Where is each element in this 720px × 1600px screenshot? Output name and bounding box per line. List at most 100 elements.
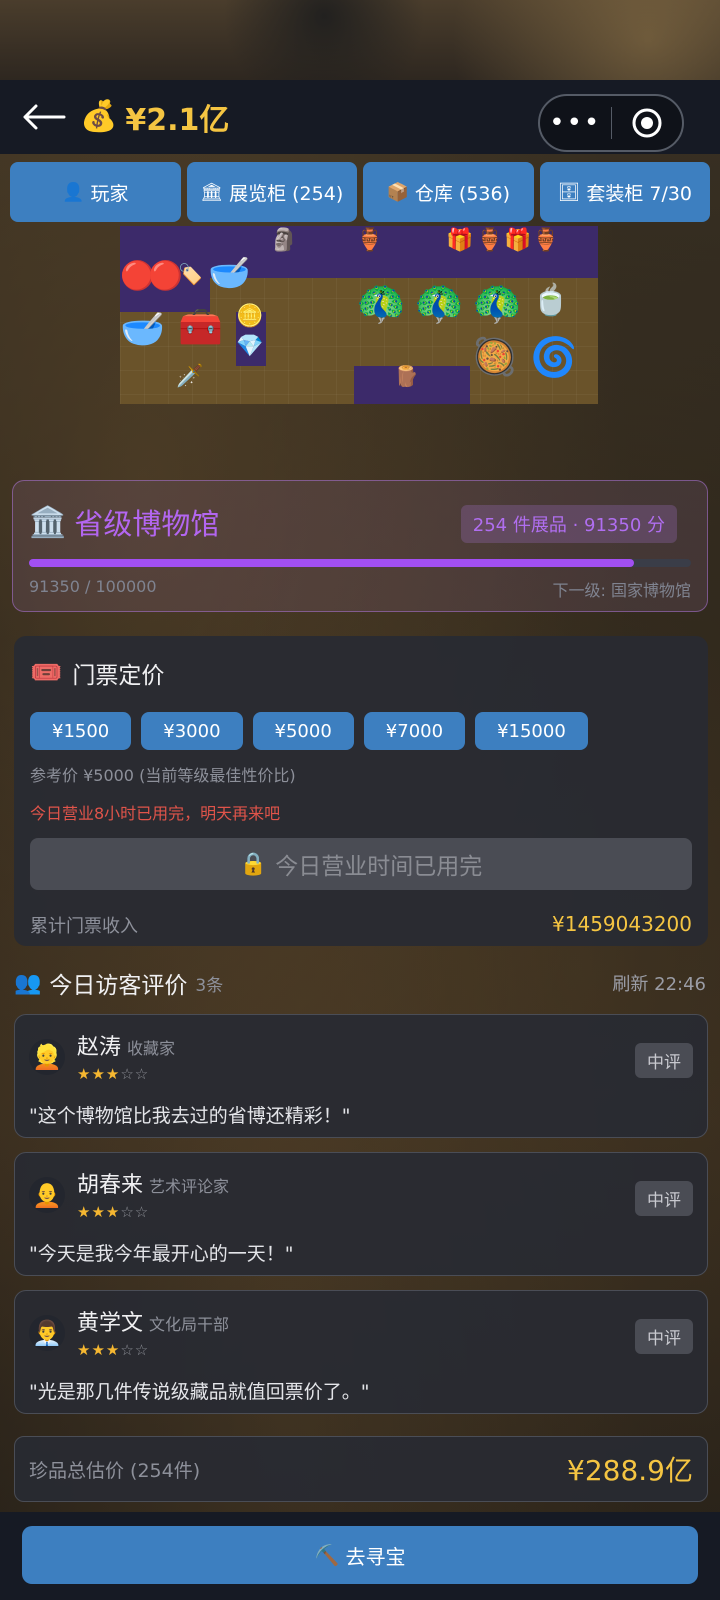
- more-icon[interactable]: •••: [540, 110, 611, 136]
- back-arrow-icon[interactable]: [20, 102, 66, 132]
- reviews-header: 👥 今日访客评价 3条 刷新 22:46: [14, 966, 706, 1000]
- review-quote: "今天是我今年最开心的一天！": [29, 1243, 294, 1265]
- visitor-name: 黄学文: [77, 1311, 144, 1336]
- stars-filled: ★★★: [77, 1065, 121, 1083]
- reviews-title: 今日访客评价: [49, 973, 188, 999]
- review-card: 🧑‍🦲 胡春来 艺术评论家 ★★★☆☆ 中评 "今天是我今年最开心的一天！": [14, 1152, 708, 1276]
- museum-icon: 🏛: [200, 181, 224, 203]
- box-icon: 📦: [386, 181, 409, 203]
- tab-label: 套装柜 7/30: [586, 182, 693, 205]
- nav-bar: 💰 ¥2.1亿 •••: [0, 80, 720, 154]
- porcelain-bowl-icon[interactable]: 🥣: [208, 256, 250, 290]
- stars-empty: ☆☆: [120, 1203, 150, 1221]
- bottom-bar: ⛏️ 去寻宝: [0, 1512, 720, 1600]
- review-card: 👱 赵涛 收藏家 ★★★☆☆ 中评 "这个博物馆比我去过的省博还精彩！": [14, 1014, 708, 1138]
- stars-empty: ☆☆: [120, 1065, 150, 1083]
- vase-item-icon[interactable]: 🏺: [476, 230, 503, 252]
- porcelain-bowl-icon[interactable]: 🥣: [120, 312, 165, 348]
- review-tag: 中评: [635, 1043, 693, 1078]
- tab-warehouse[interactable]: 📦 仓库 (536): [363, 162, 534, 222]
- review-quote: "这个博物馆比我去过的省博还精彩！": [29, 1105, 351, 1127]
- ticket-pricing-card: 🎟️ 门票定价 ¥1500 ¥3000 ¥5000 ¥7000 ¥15000 参…: [14, 636, 708, 946]
- price-button[interactable]: ¥1500: [30, 712, 132, 750]
- tab-showcase[interactable]: 🏛 展览柜 (254): [186, 162, 357, 222]
- stars-filled: ★★★: [77, 1341, 121, 1359]
- gift-box-item-icon[interactable]: 🎁: [504, 230, 531, 252]
- visitor-role: 艺术评论家: [149, 1177, 230, 1196]
- visitor-role: 收藏家: [127, 1039, 176, 1058]
- dagger-item-icon[interactable]: 🗡️: [176, 366, 203, 388]
- tag-item-icon[interactable]: 🏷️: [178, 264, 203, 284]
- total-label: 珍品总估价 (254件): [29, 1459, 201, 1482]
- closed-button-label: 今日营业时间已用完: [275, 854, 483, 880]
- visitor-avatar-icon: 🧑‍🦲: [29, 1177, 65, 1213]
- black-bowl-icon[interactable]: 🥘: [472, 340, 517, 376]
- money-balance: ¥2.1亿: [125, 103, 230, 138]
- sapphire-item-icon[interactable]: 💎: [236, 336, 263, 358]
- museum-icon: 🏛️: [29, 504, 67, 540]
- price-button[interactable]: ¥5000: [252, 712, 354, 750]
- exhibit-grid: 🔴 🔴 🏷️ 🥣 🗿 🏺 🎁 🏺 🎁 🏺 🦚 🦚 🦚 🍵 🥣 🧰 🪙 💎 🥘 🌀…: [120, 226, 598, 404]
- museum-next-level: 下一级: 国家博物馆: [552, 581, 691, 600]
- cabinet-icon: 🗄: [557, 181, 581, 203]
- museum-progress-fill: [29, 559, 634, 567]
- peacock-screen-icon[interactable]: 🦚: [414, 284, 464, 324]
- tab-label: 玩家: [90, 182, 129, 205]
- peacock-screen-icon[interactable]: 🦚: [356, 284, 406, 324]
- money-bag-icon: 💰: [80, 99, 118, 134]
- income-value: ¥1459043200: [552, 912, 692, 936]
- refresh-button[interactable]: 刷新 22:46: [612, 970, 706, 996]
- total-valuation-card: 珍品总估价 (254件) ¥288.9亿: [14, 1436, 708, 1502]
- tab-bar: 👤 玩家 🏛 展览柜 (254) 📦 仓库 (536) 🗄 套装柜 7/30: [10, 162, 710, 222]
- museum-score-badge: 254 件展品 · 91350 分: [460, 505, 677, 543]
- visitor-name: 赵涛: [77, 1035, 122, 1060]
- golden-chest-icon[interactable]: 🧰: [178, 310, 223, 346]
- bronze-item-icon[interactable]: 🗿: [270, 230, 297, 252]
- review-tag: 中评: [635, 1181, 693, 1216]
- visitor-avatar-icon: 👱: [29, 1039, 65, 1075]
- peacock-screen-icon[interactable]: 🦚: [472, 284, 522, 324]
- price-button[interactable]: ¥15000: [475, 712, 588, 750]
- total-value: ¥288.9亿: [567, 1454, 693, 1487]
- business-hours-warning: 今日营业8小时已用完，明天再来吧: [30, 804, 281, 823]
- player-icon: 👤: [62, 181, 85, 203]
- visitor-name: 胡春来: [77, 1173, 144, 1198]
- review-card: 👨‍💼 黄学文 文化局干部 ★★★☆☆ 中评 "光是那几件传说级藏品就值回票价了。…: [14, 1290, 708, 1414]
- price-button[interactable]: ¥3000: [141, 712, 243, 750]
- star-rating: ★★★☆☆: [77, 1203, 149, 1221]
- income-label: 累计门票收入: [30, 916, 138, 937]
- visitors-icon: 👥: [14, 970, 42, 996]
- price-options: ¥1500 ¥3000 ¥5000 ¥7000 ¥15000: [30, 712, 692, 750]
- museum-title: 省级博物馆: [74, 507, 220, 541]
- treasure-hunt-label: 去寻宝: [345, 1544, 406, 1569]
- stars-empty: ☆☆: [120, 1341, 150, 1359]
- tab-label: 展览柜 (254): [229, 182, 344, 205]
- tab-player[interactable]: 👤 玩家: [10, 162, 181, 222]
- museum-progress-track: [29, 559, 691, 567]
- visitor-role: 文化局干部: [149, 1315, 230, 1334]
- star-rating: ★★★☆☆: [77, 1341, 149, 1359]
- golden-ring-icon[interactable]: 🌀: [530, 338, 577, 376]
- gift-box-item-icon[interactable]: 🎁: [446, 230, 473, 252]
- lock-icon: 🔒: [239, 851, 268, 877]
- tab-set-cabinet[interactable]: 🗄 套装柜 7/30: [539, 162, 710, 222]
- mini-program-capsule: •••: [538, 94, 684, 152]
- treasure-hunt-button[interactable]: ⛏️ 去寻宝: [22, 1526, 698, 1584]
- reference-price: 参考价 ¥5000 (当前等级最佳性价比): [30, 766, 296, 785]
- tab-label: 仓库 (536): [414, 182, 511, 205]
- vase-item-icon[interactable]: 🏺: [356, 230, 383, 252]
- ticket-icon: 🎟️: [30, 658, 63, 688]
- vase-item-icon[interactable]: 🏺: [532, 230, 559, 252]
- background-photo: [0, 0, 720, 80]
- coin-item-icon[interactable]: 🪙: [236, 306, 263, 328]
- open-business-button[interactable]: 🔒 今日营业时间已用完: [30, 838, 692, 890]
- close-target-icon[interactable]: [612, 107, 683, 139]
- star-rating: ★★★☆☆: [77, 1065, 149, 1083]
- jade-item-icon[interactable]: 🪵: [394, 366, 419, 386]
- price-button[interactable]: ¥7000: [363, 712, 466, 750]
- stars-filled: ★★★: [77, 1203, 121, 1221]
- pickaxe-icon: ⛏️: [314, 1543, 340, 1567]
- museum-level-card: 🏛️ 省级博物馆 254 件展品 · 91350 分 91350 / 10000…: [12, 480, 708, 612]
- visitor-avatar-icon: 👨‍💼: [29, 1315, 65, 1351]
- celadon-bowl-icon[interactable]: 🍵: [532, 286, 569, 316]
